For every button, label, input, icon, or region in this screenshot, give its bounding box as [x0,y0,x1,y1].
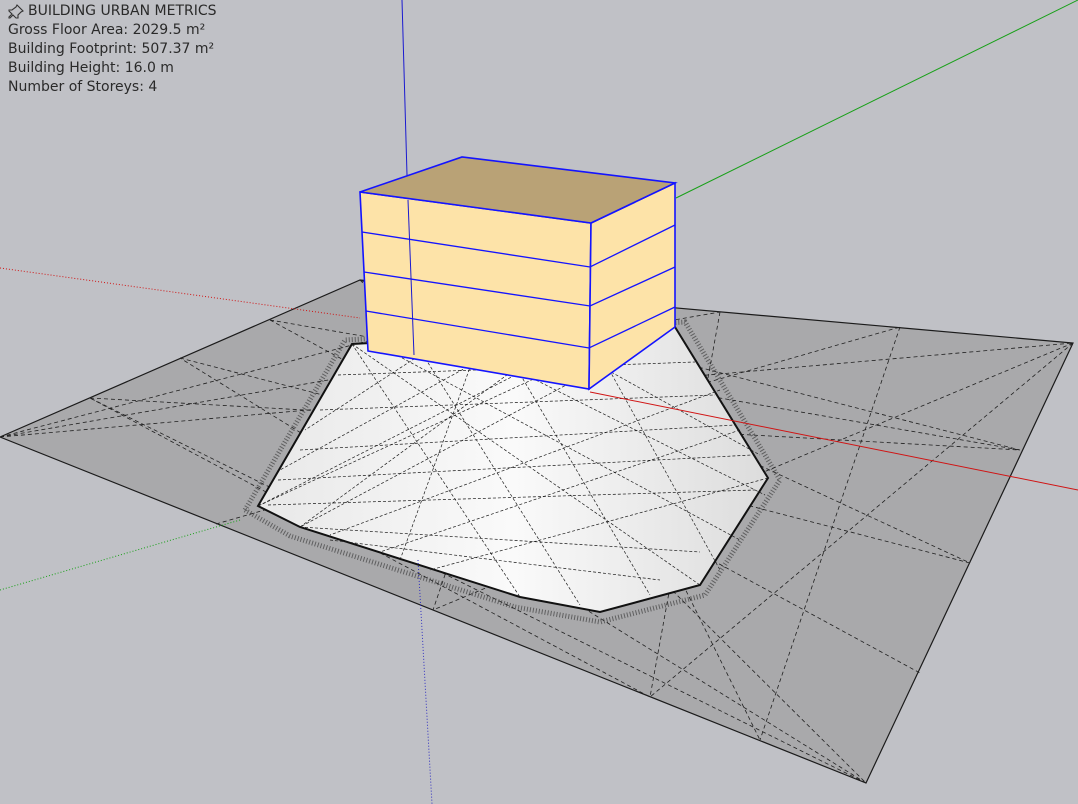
building-height: Building Height: 16.0 m [8,60,174,76]
gross-floor-area: Gross Floor Area: 2029.5 m² [8,22,206,38]
building-block[interactable] [359,156,678,391]
green-axis-below [0,519,241,591]
number-of-storeys: Number of Storeys: 4 [8,79,158,95]
pin-icon[interactable] [8,3,24,20]
green-axis [675,0,1078,199]
building-metrics-panel: BUILDING URBAN METRICS Gross Floor Area:… [8,2,217,97]
3d-scene[interactable] [0,0,1078,804]
metrics-title: BUILDING URBAN METRICS [28,3,217,19]
metrics-title-row: BUILDING URBAN METRICS [8,2,217,21]
model-viewport[interactable]: BUILDING URBAN METRICS Gross Floor Area:… [0,0,1078,804]
building-footprint: Building Footprint: 507.37 m² [8,41,215,57]
